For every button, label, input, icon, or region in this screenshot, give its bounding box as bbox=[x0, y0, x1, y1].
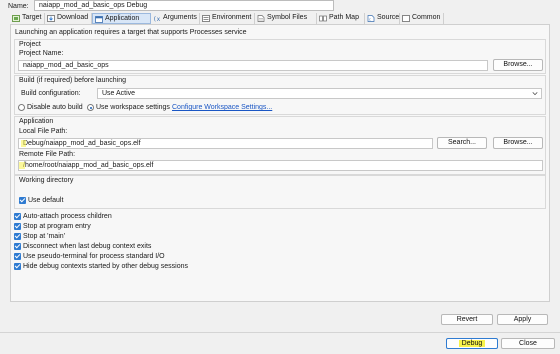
project-name-field[interactable]: naiapp_mod_ad_basic_ops bbox=[18, 60, 488, 71]
tab-label: Common bbox=[412, 14, 441, 21]
working-directory-title: Working directory bbox=[19, 177, 74, 184]
use-workspace-settings-label: Use workspace settings bbox=[96, 104, 170, 111]
option-label: Hide debug contexts started by other deb… bbox=[23, 263, 188, 270]
target-icon bbox=[12, 15, 20, 22]
tab-label: Source bbox=[377, 14, 400, 21]
svg-text:c: c bbox=[369, 18, 371, 22]
local-path-highlight bbox=[21, 140, 26, 147]
tab-target[interactable]: Target bbox=[10, 13, 45, 24]
remote-file-path-field[interactable]: /home/root/naiapp_mod_ad_basic_ops.elf bbox=[18, 160, 543, 171]
remote-file-path-label: Remote File Path: bbox=[19, 151, 76, 158]
disconnect-checkbox[interactable] bbox=[14, 243, 21, 250]
path-map-icon bbox=[319, 15, 327, 22]
application-group-title: Application bbox=[19, 118, 54, 125]
bottom-divider bbox=[0, 332, 560, 333]
tab-application[interactable]: Application bbox=[92, 13, 151, 24]
use-workspace-settings-radio[interactable] bbox=[87, 104, 94, 111]
application-icon bbox=[95, 16, 103, 23]
source-icon: c bbox=[367, 15, 375, 22]
symbol-files-icon bbox=[257, 15, 265, 22]
environment-icon bbox=[202, 15, 210, 22]
revert-button[interactable]: Revert bbox=[441, 314, 493, 325]
project-browse-button[interactable]: Browse... bbox=[493, 59, 543, 71]
use-default-checkbox[interactable] bbox=[19, 197, 26, 204]
use-default-label: Use default bbox=[28, 197, 64, 204]
tab-label: Application bbox=[105, 15, 140, 22]
tab-symbol-files[interactable]: Symbol Files bbox=[255, 13, 317, 24]
local-file-path-field[interactable]: Debug/naiapp_mod_ad_basic_ops.elf bbox=[18, 138, 433, 149]
stop-at-main-checkbox[interactable] bbox=[14, 233, 21, 240]
remote-path-highlight bbox=[19, 162, 25, 169]
configuration-name-field[interactable]: naiapp_mod_ad_basic_ops Debug bbox=[34, 0, 334, 11]
name-label: Name: bbox=[8, 3, 29, 10]
disable-auto-build-radio[interactable] bbox=[18, 104, 25, 111]
option-label: Use pseudo-terminal for process standard… bbox=[23, 253, 165, 260]
remote-file-path-value: /home/root/naiapp_mod_ad_basic_ops.elf bbox=[23, 162, 154, 169]
tab-label: Target bbox=[22, 14, 42, 21]
working-directory-group bbox=[14, 175, 546, 209]
pseudo-terminal-checkbox[interactable] bbox=[14, 253, 21, 260]
build-config-select[interactable]: Use Active bbox=[97, 88, 542, 99]
local-browse-button[interactable]: Browse... bbox=[493, 137, 543, 149]
close-button[interactable]: Close bbox=[501, 338, 555, 349]
tab-download[interactable]: Download bbox=[45, 13, 92, 24]
arguments-icon: (x) bbox=[153, 16, 161, 22]
stop-at-entry-checkbox[interactable] bbox=[14, 223, 21, 230]
option-label: Auto-attach process children bbox=[23, 213, 112, 220]
tab-path-map[interactable]: Path Map bbox=[317, 13, 365, 24]
tab-label: Download bbox=[57, 14, 89, 21]
info-text: Launching an application requires a targ… bbox=[15, 29, 247, 36]
chevron-down-icon bbox=[532, 92, 538, 96]
option-label: Disconnect when last debug context exits bbox=[23, 243, 152, 250]
project-group-title: Project bbox=[19, 41, 41, 48]
tab-common[interactable]: Common bbox=[400, 13, 444, 24]
build-config-value: Use Active bbox=[102, 90, 136, 97]
tab-label: Symbol Files bbox=[267, 14, 308, 21]
option-label: Stop at program entry bbox=[23, 223, 91, 230]
tab-bar: Target Download Application (x) Argument… bbox=[10, 13, 550, 24]
build-group-title: Build (if required) before launching bbox=[19, 77, 127, 84]
local-file-path-label: Local File Path: bbox=[19, 128, 68, 135]
local-file-path-value: Debug/naiapp_mod_ad_basic_ops.elf bbox=[23, 140, 141, 147]
tab-arguments[interactable]: (x) Arguments bbox=[151, 13, 200, 24]
disable-auto-build-label: Disable auto build bbox=[27, 104, 83, 111]
option-label: Stop at 'main' bbox=[23, 233, 65, 240]
debug-button[interactable]: Debug bbox=[446, 338, 498, 349]
common-icon bbox=[402, 15, 410, 22]
download-icon bbox=[47, 15, 55, 22]
auto-attach-checkbox[interactable] bbox=[14, 213, 21, 220]
apply-button[interactable]: Apply bbox=[497, 314, 548, 325]
tab-environment[interactable]: Environment bbox=[200, 13, 255, 24]
tab-label: Arguments bbox=[163, 14, 197, 21]
debug-button-label: Debug bbox=[458, 340, 486, 347]
configure-workspace-settings-link[interactable]: Configure Workspace Settings... bbox=[172, 104, 272, 112]
tab-label: Environment bbox=[212, 14, 252, 21]
local-search-button[interactable]: Search... bbox=[437, 137, 487, 149]
tab-source[interactable]: c Source bbox=[365, 13, 400, 24]
tab-label: Path Map bbox=[329, 14, 359, 21]
project-name-label: Project Name: bbox=[19, 50, 64, 57]
hide-debug-contexts-checkbox[interactable] bbox=[14, 263, 21, 270]
svg-text:(x): (x) bbox=[153, 16, 161, 22]
build-config-label: Build configuration: bbox=[21, 90, 81, 97]
